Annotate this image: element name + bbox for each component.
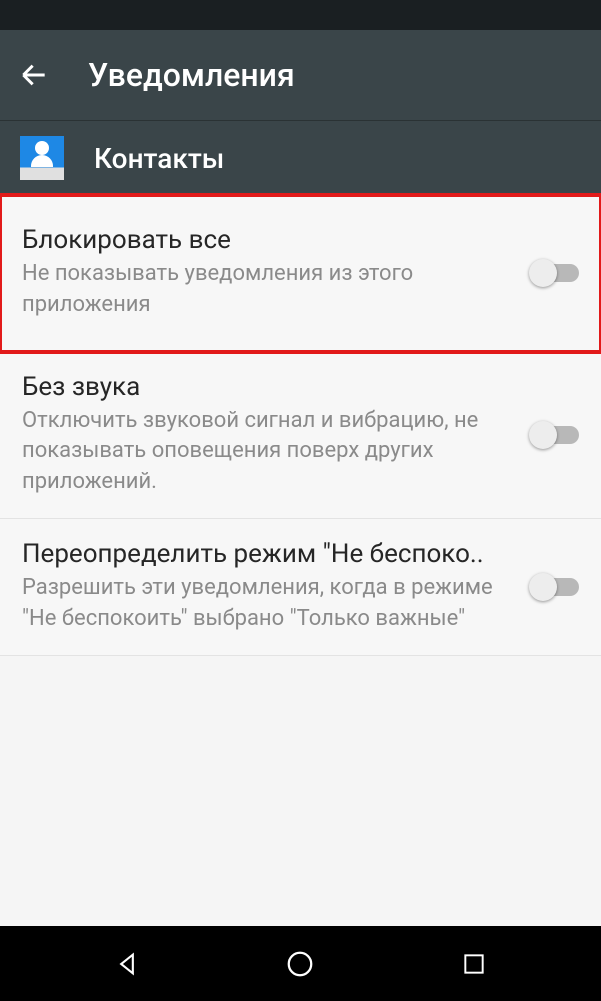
setting-desc: Не показывать уведомления из этого прило…: [22, 259, 519, 321]
contacts-app-icon: [20, 136, 64, 180]
nav-recent-icon[interactable]: [454, 944, 494, 984]
setting-title: Без звука: [22, 372, 519, 402]
toggle-knob: [529, 259, 557, 287]
setting-title: Блокировать все: [22, 225, 519, 255]
toggle-knob: [529, 421, 557, 449]
status-bar: [0, 0, 601, 30]
app-name: Контакты: [94, 142, 224, 175]
app-section: Контакты: [0, 120, 601, 195]
toggle-knob: [529, 573, 557, 601]
setting-desc: Разрешить эти уведомления, когда в режим…: [22, 573, 519, 635]
setting-no-sound[interactable]: Без звука Отключить звуковой сигнал и ви…: [0, 352, 601, 519]
header: Уведомления: [0, 30, 601, 120]
navigation-bar: [0, 926, 601, 1001]
back-arrow-icon[interactable]: [18, 59, 50, 91]
nav-back-icon[interactable]: [107, 944, 147, 984]
setting-text: Без звука Отключить звуковой сигнал и ви…: [22, 372, 531, 498]
settings-list: Блокировать все Не показывать уведомлени…: [0, 195, 601, 656]
toggle-switch[interactable]: [531, 426, 579, 444]
toggle-switch[interactable]: [531, 264, 579, 282]
nav-home-icon[interactable]: [280, 944, 320, 984]
setting-title: Переопределить режим "Не беспоко..: [22, 539, 519, 569]
setting-text: Переопределить режим "Не беспоко.. Разре…: [22, 539, 531, 635]
setting-desc: Отключить звуковой сигнал и вибрацию, не…: [22, 406, 519, 498]
setting-text: Блокировать все Не показывать уведомлени…: [22, 225, 531, 321]
setting-block-all[interactable]: Блокировать все Не показывать уведомлени…: [0, 195, 601, 352]
setting-override-dnd[interactable]: Переопределить режим "Не беспоко.. Разре…: [0, 519, 601, 656]
toggle-switch[interactable]: [531, 578, 579, 596]
page-title: Уведомления: [88, 56, 295, 94]
